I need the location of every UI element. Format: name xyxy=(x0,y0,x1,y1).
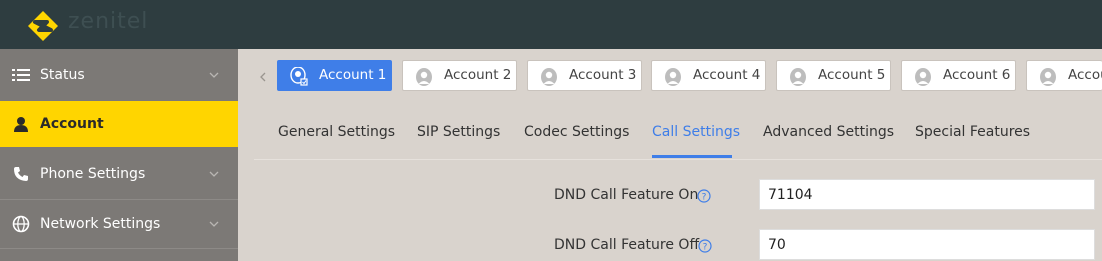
chevron-left-icon[interactable] xyxy=(258,71,268,83)
account-tab-4[interactable]: Account 4 xyxy=(651,60,766,91)
tab-general-settings[interactable]: General Settings xyxy=(278,124,395,140)
user-icon xyxy=(11,114,31,134)
account-tab-label: Account 6 xyxy=(943,67,1011,83)
account-tab-label: Account 2 xyxy=(444,67,512,83)
sidebar-item-label: Phone Settings xyxy=(40,166,146,182)
sidebar-item-label: Network Settings xyxy=(40,216,161,232)
help-icon[interactable]: ? xyxy=(698,239,712,253)
account-tab-label: Account 5 xyxy=(818,67,886,83)
account-tab-5[interactable]: Account 5 xyxy=(776,60,891,91)
user-icon xyxy=(1040,68,1056,86)
dnd-off-label: DND Call Feature Off xyxy=(554,237,700,253)
user-icon xyxy=(665,68,681,86)
user-icon xyxy=(541,68,557,86)
list-icon xyxy=(11,65,31,85)
user-icon xyxy=(416,68,432,86)
account-tab-label: Account 1 xyxy=(319,67,387,83)
account-tab-2[interactable]: Account 2 xyxy=(402,60,517,91)
sidebar-item-status[interactable]: Status xyxy=(0,49,238,101)
main-content: Account 1 Account 2 Account 3 Account 4 … xyxy=(238,49,1102,261)
account-tab-7[interactable]: Accou xyxy=(1026,60,1102,91)
dnd-on-field[interactable]: 71104 xyxy=(759,179,1095,210)
sidebar-item-label: Account xyxy=(40,116,104,132)
tab-call-settings[interactable]: Call Settings xyxy=(652,124,740,140)
chevron-down-icon xyxy=(209,171,219,177)
tab-sip-settings[interactable]: SIP Settings xyxy=(417,124,500,140)
phone-icon xyxy=(11,164,31,184)
account-tab-6[interactable]: Account 6 xyxy=(901,60,1016,91)
svg-text:?: ? xyxy=(703,243,708,253)
user-edit-icon xyxy=(290,67,308,86)
account-tab-label: Account 3 xyxy=(569,67,637,83)
dnd-off-field[interactable]: 70 xyxy=(759,229,1095,260)
sidebar: Status Account Phone Settings Network Se… xyxy=(0,49,238,261)
dnd-on-label: DND Call Feature On xyxy=(554,187,699,203)
active-tab-indicator xyxy=(652,155,732,158)
user-icon xyxy=(915,68,931,86)
sidebar-item-network-settings[interactable]: Network Settings xyxy=(0,200,238,248)
tab-codec-settings[interactable]: Codec Settings xyxy=(524,124,629,140)
top-bar: zenitel xyxy=(0,0,1102,49)
tab-advanced-settings[interactable]: Advanced Settings xyxy=(763,124,894,140)
chevron-down-icon xyxy=(209,221,219,227)
chevron-down-icon xyxy=(209,72,219,78)
sidebar-item-phone-settings[interactable]: Phone Settings xyxy=(0,148,238,200)
account-tab-label: Account 4 xyxy=(693,67,761,83)
sidebar-item-label: Status xyxy=(40,67,85,83)
account-tab-3[interactable]: Account 3 xyxy=(527,60,642,91)
sidebar-divider xyxy=(0,248,238,249)
account-tab-1[interactable]: Account 1 xyxy=(277,60,392,91)
user-icon xyxy=(790,68,806,86)
zenitel-logo-icon xyxy=(28,11,58,41)
brand-logo-text: zenitel xyxy=(68,9,149,34)
help-icon[interactable]: ? xyxy=(697,189,711,203)
svg-text:?: ? xyxy=(702,193,707,203)
sidebar-item-account[interactable]: Account xyxy=(0,101,238,147)
tab-special-features[interactable]: Special Features xyxy=(915,124,1030,140)
globe-icon xyxy=(11,214,31,234)
settings-tabs: General Settings SIP Settings Codec Sett… xyxy=(254,111,1102,160)
account-tab-label: Accou xyxy=(1068,67,1102,83)
